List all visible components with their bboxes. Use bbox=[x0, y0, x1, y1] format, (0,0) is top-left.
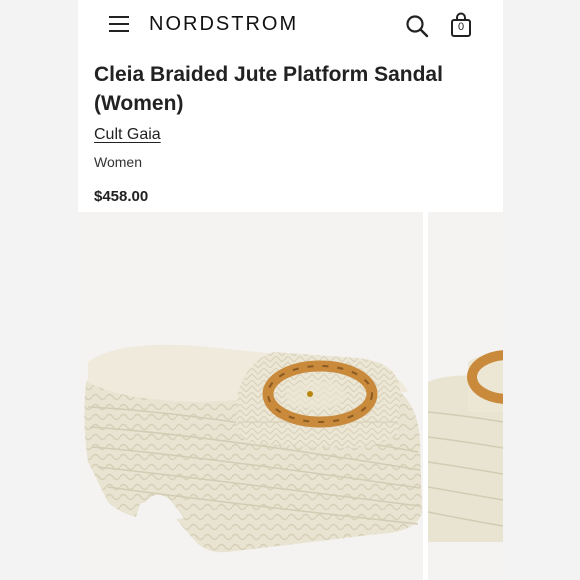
left-margin bbox=[0, 0, 78, 580]
brand-link[interactable]: Cult Gaia bbox=[94, 126, 161, 144]
product-image-main[interactable] bbox=[78, 212, 423, 580]
menu-icon[interactable] bbox=[109, 16, 129, 33]
audience-label: Women bbox=[94, 154, 142, 170]
product-page: NORDSTROM 0 Cleia Braided Jute Platform … bbox=[78, 0, 503, 580]
product-image-next[interactable] bbox=[428, 212, 503, 580]
right-margin bbox=[503, 0, 580, 580]
nordstrom-logo[interactable]: NORDSTROM bbox=[149, 13, 298, 36]
product-title: Cleia Braided Jute Platform Sandal (Wome… bbox=[94, 63, 443, 115]
site-header: NORDSTROM 0 bbox=[78, 0, 503, 50]
product-price: $458.00 bbox=[94, 188, 149, 205]
search-icon[interactable] bbox=[405, 14, 429, 38]
product-image-gallery[interactable] bbox=[78, 212, 503, 580]
shopping-bag-icon[interactable]: 0 bbox=[450, 12, 472, 38]
bag-count: 0 bbox=[457, 21, 465, 33]
